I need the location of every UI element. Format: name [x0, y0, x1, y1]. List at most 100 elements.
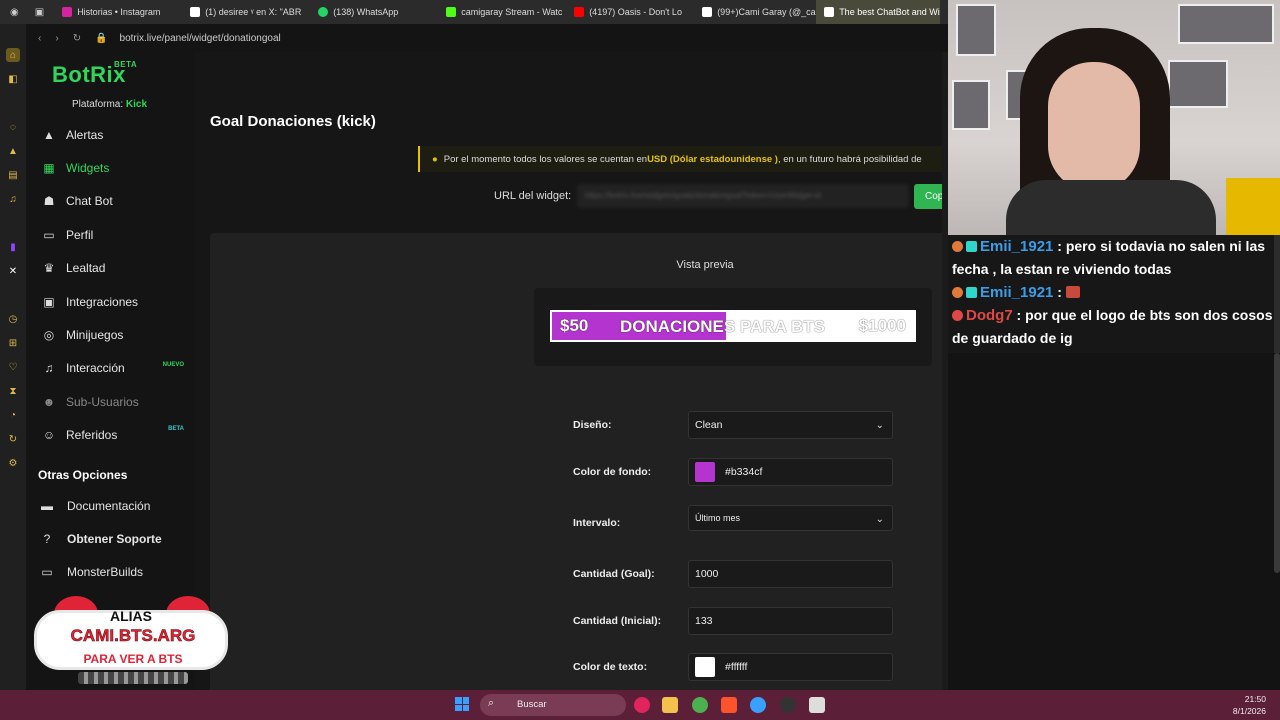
text-color-field[interactable]: #ffffff — [688, 653, 893, 681]
chevron-down-icon: ⌄ — [875, 514, 884, 525]
chat-scrollbar[interactable] — [1274, 235, 1280, 353]
chrome-icon[interactable] — [692, 697, 708, 713]
gamepad-icon[interactable]: ◧ — [6, 72, 20, 86]
music-icon[interactable]: ♫ — [6, 192, 20, 206]
sidebar-item-widgets[interactable]: ▦ Widgets — [26, 151, 194, 184]
chat-message: Emii_1921 : pero si todavia no salen ni … — [952, 235, 1276, 281]
stream-chat: Emii_1921 : pero si todavia no salen ni … — [948, 235, 1280, 353]
calculator-icon[interactable] — [809, 697, 825, 713]
users-icon: ☻ — [42, 394, 56, 409]
grid-icon[interactable]: ⊞ — [6, 336, 20, 350]
design-select[interactable]: Clean ⌄ — [688, 411, 893, 439]
clock[interactable]: 21:50 8/1/2026 — [1233, 693, 1266, 717]
x-icon[interactable]: ✕ — [6, 264, 20, 278]
chat-username[interactable]: Emii_1921 — [980, 284, 1053, 301]
history-icon[interactable]: ◔ — [6, 408, 20, 422]
browser-tab[interactable]: (4197) Oasis - Don't Lo — [566, 0, 694, 24]
sidebar-item-perfil[interactable]: ▭ Perfil — [26, 218, 194, 251]
hourglass-icon[interactable]: ⧗ — [6, 384, 20, 398]
browser-tab[interactable]: camigaray Stream - Watc — [438, 0, 566, 24]
browser-tab-active[interactable]: The best ChatBot and Wid — [816, 0, 941, 24]
new-badge: NUEVO — [162, 361, 184, 368]
heart-icon[interactable]: ♡ — [6, 360, 20, 374]
tiktok-icon — [702, 7, 713, 17]
sidebar-item-alertas[interactable]: ▲ Alertas — [26, 118, 194, 151]
goal-amount-input[interactable]: 1000 — [688, 560, 893, 588]
sidebar-item-sub-usuarios[interactable]: ☻ Sub-Usuarios — [26, 385, 194, 418]
x-icon — [190, 7, 201, 17]
bg-color-label: Color de fondo: — [573, 466, 652, 478]
chat-username[interactable]: Dodg7 — [966, 307, 1013, 324]
alias-overlay-sticker: ALIAS CAMI.BTS.ARG PARA VER A BTS — [34, 596, 228, 692]
windows-start-icon[interactable] — [455, 697, 469, 711]
sidebar-item-chat-bot[interactable]: ☗ Chat Bot — [26, 185, 194, 218]
folder-icon[interactable] — [662, 697, 678, 713]
preview-label: Vista previa — [676, 259, 734, 271]
sidebar-item-monsterbuilds[interactable]: ▭ MonsterBuilds — [26, 556, 194, 589]
widget-config-panel: Vista previa $50 DONACIONES PARA BTS $10… — [210, 233, 948, 690]
browser-tab[interactable]: (1) desiree ᵞ en X: "ABR — [182, 0, 310, 24]
back-icon[interactable]: ‹ — [38, 33, 41, 44]
settings-icon[interactable]: ⚙ — [6, 456, 20, 470]
clock-icon[interactable]: ◷ — [6, 312, 20, 326]
widget-url-input[interactable]: https://botrix.live/widgets/goals/donati… — [577, 184, 909, 208]
tab-label: (138) WhatsApp — [333, 7, 399, 17]
sidebar-item-soporte[interactable]: ? Obtener Soporte — [26, 522, 194, 555]
news-icon[interactable]: ▤ — [6, 168, 20, 182]
gamepad-icon: ◎ — [43, 328, 55, 343]
person-face — [1048, 62, 1140, 192]
botrix-icon — [824, 7, 835, 17]
brave-icon[interactable] — [721, 697, 737, 713]
goal-current: $50 — [560, 316, 589, 335]
yellow-object — [1226, 178, 1280, 235]
alert-text: Por el momento todos los valores se cuen… — [443, 153, 648, 165]
group-silhouette — [78, 672, 188, 684]
browser-tab[interactable]: (138) WhatsApp — [310, 0, 438, 24]
clock-time: 21:50 — [1244, 694, 1266, 704]
bag-icon[interactable]: ▲ — [6, 144, 20, 158]
obs-icon[interactable] — [780, 697, 796, 713]
kick-icon — [446, 7, 457, 17]
browser-icon[interactable] — [634, 697, 650, 713]
browser-tab[interactable]: Historias • Instagram — [54, 0, 182, 24]
browser-tab[interactable]: (99+)Cami Garay (@_cami — [694, 0, 816, 24]
forward-icon[interactable]: › — [55, 33, 58, 44]
messenger-icon[interactable]: ◌ — [6, 120, 20, 134]
sidebar-menu: ▲ Alertas ▦ Widgets ☗ Chat Bot ▭ Perfil ♛ Lea… — [26, 118, 194, 452]
tab-actions-icon[interactable]: ▣ — [35, 7, 44, 18]
initial-amount-input[interactable]: 133 — [688, 607, 893, 635]
chat-separator: : — [1012, 307, 1026, 323]
color-swatch[interactable] — [695, 657, 715, 677]
initial-amount-value: 133 — [695, 615, 713, 627]
url-text[interactable]: botrix.live/panel/widget/donationgoal — [120, 33, 281, 44]
youtube-icon — [574, 7, 585, 17]
sidebar-item-minijuegos[interactable]: ◎ Minijuegos — [26, 318, 194, 351]
bg-color-field[interactable]: #b334cf — [688, 458, 893, 486]
profile-icon[interactable]: ◉ — [10, 7, 19, 18]
home-icon[interactable]: ⌂ — [6, 48, 20, 62]
instagram-icon — [62, 7, 73, 17]
botrix-logo[interactable]: BotRix BETA — [52, 60, 137, 88]
sidebar-item-referidos[interactable]: ☺ Referidos BETA — [26, 419, 194, 452]
taskbar: ⌕ Buscar 21:50 8/1/2026 — [0, 690, 1280, 720]
browser-side-panel: ⌂ ◧ ◌ ▲ ▤ ♫ ▮ ✕ ◷ ⊞ ♡ ⧗ ◔ ↻ ⚙ — [0, 24, 26, 690]
refresh-icon[interactable]: ↻ — [6, 432, 20, 446]
wall-poster — [1178, 4, 1274, 44]
sidebar-item-interaccion[interactable]: ♫ Interacción NUEVO — [26, 352, 194, 385]
interval-select[interactable]: Último mes ⌄ — [688, 505, 893, 531]
sidebar-item-documentacion[interactable]: ▬ Documentación — [26, 489, 194, 522]
tab-label: camigaray Stream - Watc — [461, 7, 563, 17]
right-scrollbar[interactable] — [1274, 353, 1280, 573]
sidebar-item-lealtad[interactable]: ♛ Lealtad — [26, 252, 194, 285]
book-icon: ▬ — [41, 498, 53, 513]
taskbar-search[interactable]: ⌕ Buscar — [480, 694, 626, 716]
color-swatch[interactable] — [695, 462, 715, 482]
chat-message: Dodg7 : por que el logo de bts son dos c… — [952, 304, 1276, 350]
chat-username[interactable]: Emii_1921 — [980, 238, 1053, 255]
app-icon[interactable] — [750, 697, 766, 713]
reload-icon[interactable]: ↻ — [73, 33, 81, 44]
twitch-icon[interactable]: ▮ — [6, 240, 20, 254]
webcam-feed — [948, 0, 1280, 235]
sidebar-item-integraciones[interactable]: ▣ Integraciones — [26, 285, 194, 318]
